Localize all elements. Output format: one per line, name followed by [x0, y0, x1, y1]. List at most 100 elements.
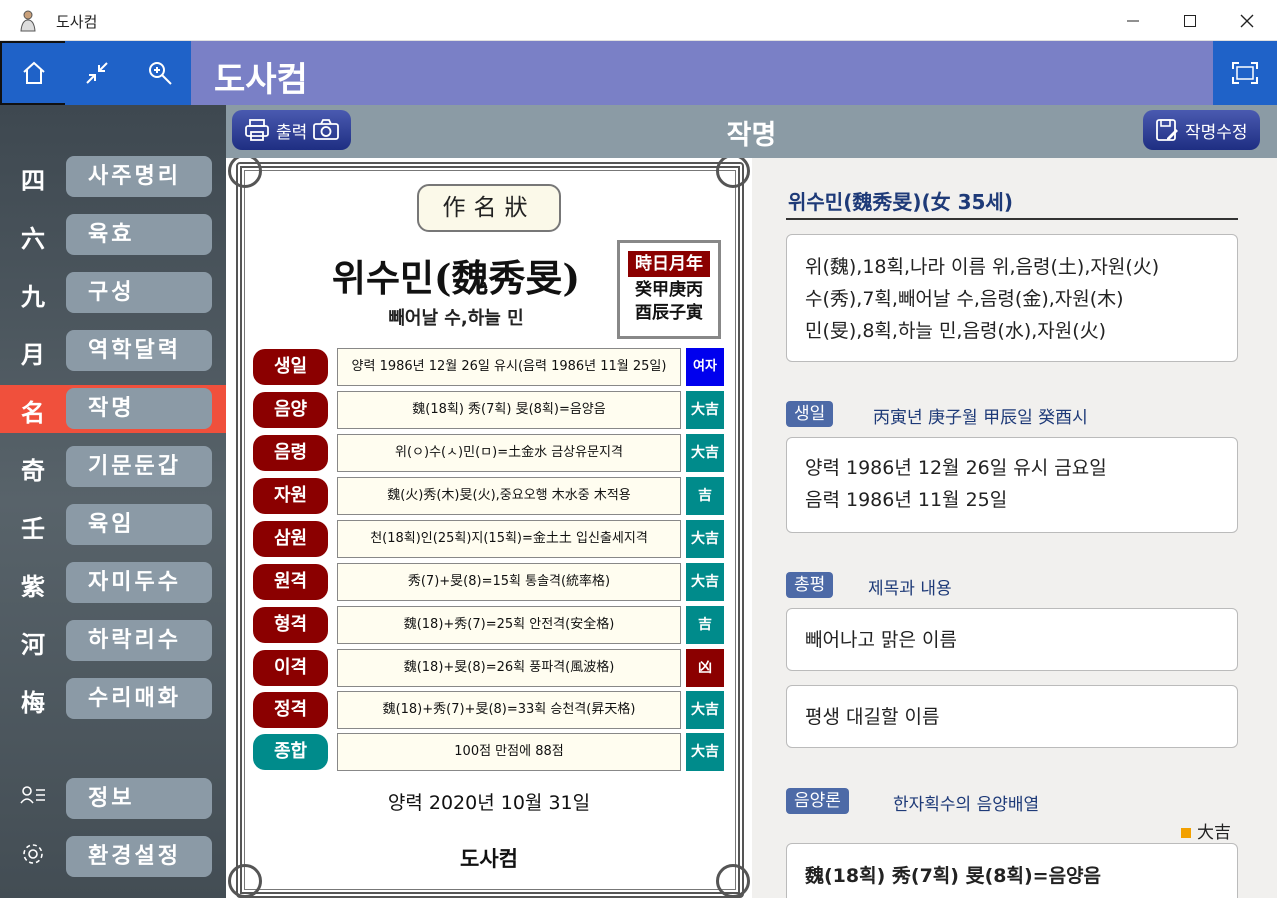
brand-title: 도사컴	[214, 60, 308, 100]
row-label: 원격	[253, 564, 328, 600]
row-label: 음양	[253, 392, 328, 428]
printer-icon	[245, 119, 269, 141]
sidebar-item-jami[interactable]: 紫 자미두수	[0, 559, 226, 607]
sidebar-item-saju[interactable]: 四 사주명리	[0, 153, 226, 201]
summary-info: 제목과 내용	[868, 579, 952, 599]
four-pillars-box: 時日月年 癸甲庚丙 酉辰子寅	[617, 240, 721, 339]
sidebar-item-yukhyo[interactable]: 六 육효	[0, 211, 226, 259]
row-label: 생일	[253, 349, 328, 385]
birth-line: 음력 1986년 11월 25일	[805, 489, 1008, 511]
window-title: 도사컴	[56, 13, 98, 31]
home-icon	[23, 61, 45, 84]
camera-icon	[313, 119, 340, 140]
sidebar-item-guseong[interactable]: 九 구성	[0, 269, 226, 317]
detail-panel[interactable]: 위수민(魏秀旻)(女 35세) 위(魏),18획,나라 이름 위,음령(土),자…	[752, 158, 1277, 898]
birth-line: 양력 1986년 12월 26일 유시 금요일	[805, 457, 1107, 479]
certificate-row: 종합 100점 만점에 88점 大吉	[253, 733, 724, 771]
sidebar-item-label: 하락리수	[66, 620, 212, 661]
collapse-button[interactable]	[65, 41, 128, 105]
sidebar-item-label: 정보	[66, 778, 212, 819]
page-title: 작명	[726, 120, 777, 151]
row-label: 삼원	[253, 521, 328, 557]
birth-tag: 생일	[786, 401, 834, 427]
sidebar-glyph: 梅	[21, 688, 45, 717]
birth-card: 양력 1986년 12월 26일 유시 금요일 음력 1986년 11월 25일	[786, 437, 1238, 533]
row-badge: 大吉	[686, 434, 724, 472]
sidebar-item-label: 자미두수	[66, 562, 212, 603]
minimize-button[interactable]	[1104, 0, 1162, 41]
row-value: 魏(18)+秀(7)+旻(8)=33획 승천격(昇天格)	[337, 691, 681, 729]
sidebar-item-harak[interactable]: 河 하락리수	[0, 617, 226, 665]
detail-title: 위수민(魏秀旻)(女 35세)	[788, 190, 1013, 214]
close-button[interactable]	[1218, 0, 1276, 41]
sidebar-item-info[interactable]: 정보	[0, 775, 226, 823]
row-value: 魏(18)+旻(8)=26획 풍파격(風波格)	[337, 649, 681, 687]
sidebar: 四 사주명리 六 육효 九 구성 月 역학달력 名 작명 奇 기문둔갑 壬 육임…	[0, 105, 226, 898]
sidebar-item-label: 사주명리	[66, 156, 212, 197]
sidebar-item-naming[interactable]: 名 작명	[0, 385, 226, 433]
sidebar-item-suri[interactable]: 梅 수리매화	[0, 675, 226, 723]
sidebar-glyph: 六	[21, 224, 45, 253]
sidebar-glyph: 月	[21, 340, 45, 369]
maximize-button[interactable]	[1161, 0, 1219, 41]
sidebar-item-label: 환경설정	[66, 836, 212, 877]
row-badge: 大吉	[686, 733, 724, 771]
app-logo-icon	[20, 10, 36, 32]
ornament-corner	[716, 158, 750, 188]
sidebar-item-label: 기문둔갑	[66, 446, 212, 487]
row-badge: 凶	[686, 649, 724, 687]
sidebar-glyph: 名	[21, 398, 45, 427]
yinyang-content: 魏(18획) 秀(7획) 旻(8획)=음양음	[805, 865, 1102, 887]
sidebar-item-label: 구성	[66, 272, 212, 313]
naming-certificate: 作名狀 위수민(魏秀旻) 빼어날 수,하늘 민 時日月年 癸甲庚丙 酉辰子寅 생…	[226, 158, 752, 898]
pillars-header: 時日月年	[628, 251, 710, 277]
legend: 大吉	[1181, 818, 1231, 843]
certificate-date: 양력 2020년 10월 31일	[387, 792, 591, 814]
row-label: 정격	[253, 692, 328, 728]
edit-naming-button[interactable]: 작명수정	[1143, 110, 1260, 150]
sidebar-glyph: 紫	[21, 572, 45, 601]
row-badge: 大吉	[686, 563, 724, 601]
sidebar-item-calendar[interactable]: 月 역학달력	[0, 327, 226, 375]
row-label: 자원	[253, 478, 328, 514]
sidebar-item-label: 육임	[66, 504, 212, 545]
yinyang-tag: 음양론	[786, 788, 849, 814]
certificate-signature: 도사컴	[460, 847, 518, 871]
legend-swatch	[1181, 828, 1191, 838]
fullscreen-button[interactable]	[1213, 41, 1277, 105]
row-badge: 吉	[686, 477, 724, 515]
sidebar-item-settings[interactable]: 환경설정	[0, 833, 226, 881]
row-value: 秀(7)+旻(8)=15획 통솔격(統率格)	[337, 563, 681, 601]
certificate-row: 음양 魏(18획) 秀(7획) 旻(8획)=음양음 大吉	[253, 391, 724, 429]
sidebar-item-yukim[interactable]: 壬 육임	[0, 501, 226, 549]
row-label: 이격	[253, 650, 328, 686]
sidebar-item-gimun[interactable]: 奇 기문둔갑	[0, 443, 226, 491]
summary-content-card: 평생 대길할 이름	[786, 685, 1238, 748]
sidebar-glyph: 壬	[21, 514, 45, 543]
user-list-icon	[16, 783, 50, 812]
sidebar-glyph: 四	[21, 166, 45, 195]
app-header: 도사컴	[0, 41, 1277, 105]
character-card: 위(魏),18획,나라 이름 위,음령(土),자원(火) 수(秀),7획,빼어날…	[786, 234, 1238, 362]
row-value: 魏(18)+秀(7)=25획 안전격(安全格)	[337, 606, 681, 644]
row-value: 위(ㅇ)수(ㅅ)민(ㅁ)=土金水 금상유문지격	[337, 434, 681, 472]
home-button[interactable]	[0, 41, 68, 105]
summary-tag: 총평	[786, 572, 834, 598]
maximize-icon	[1184, 14, 1196, 27]
title-bar: 도사컴	[0, 0, 1277, 41]
summary-content-text: 평생 대길할 이름	[805, 706, 940, 728]
character-line: 민(旻),8획,하늘 민,음령(水),자원(火)	[805, 320, 1107, 342]
edit-save-icon	[1156, 119, 1178, 141]
divider	[786, 218, 1238, 220]
zoom-button[interactable]	[128, 41, 191, 105]
certificate-row: 정격 魏(18)+秀(7)+旻(8)=33획 승천격(昇天格) 大吉	[253, 691, 724, 729]
yinyang-info: 한자획수의 음양배열	[893, 795, 1040, 815]
row-value: 魏(火)秀(木)旻(火),중요오행 木水중 木적용	[337, 477, 681, 515]
sidebar-glyph: 奇	[21, 456, 45, 485]
sidebar-item-label: 역학달력	[66, 330, 212, 371]
summary-title-text: 빼어나고 맑은 이름	[805, 629, 957, 651]
print-button[interactable]: 출력	[232, 110, 352, 150]
gear-icon	[16, 841, 50, 873]
certificate-row: 음령 위(ㅇ)수(ㅅ)민(ㅁ)=土金水 금상유문지격 大吉	[253, 434, 724, 472]
sidebar-glyph: 河	[21, 630, 45, 659]
